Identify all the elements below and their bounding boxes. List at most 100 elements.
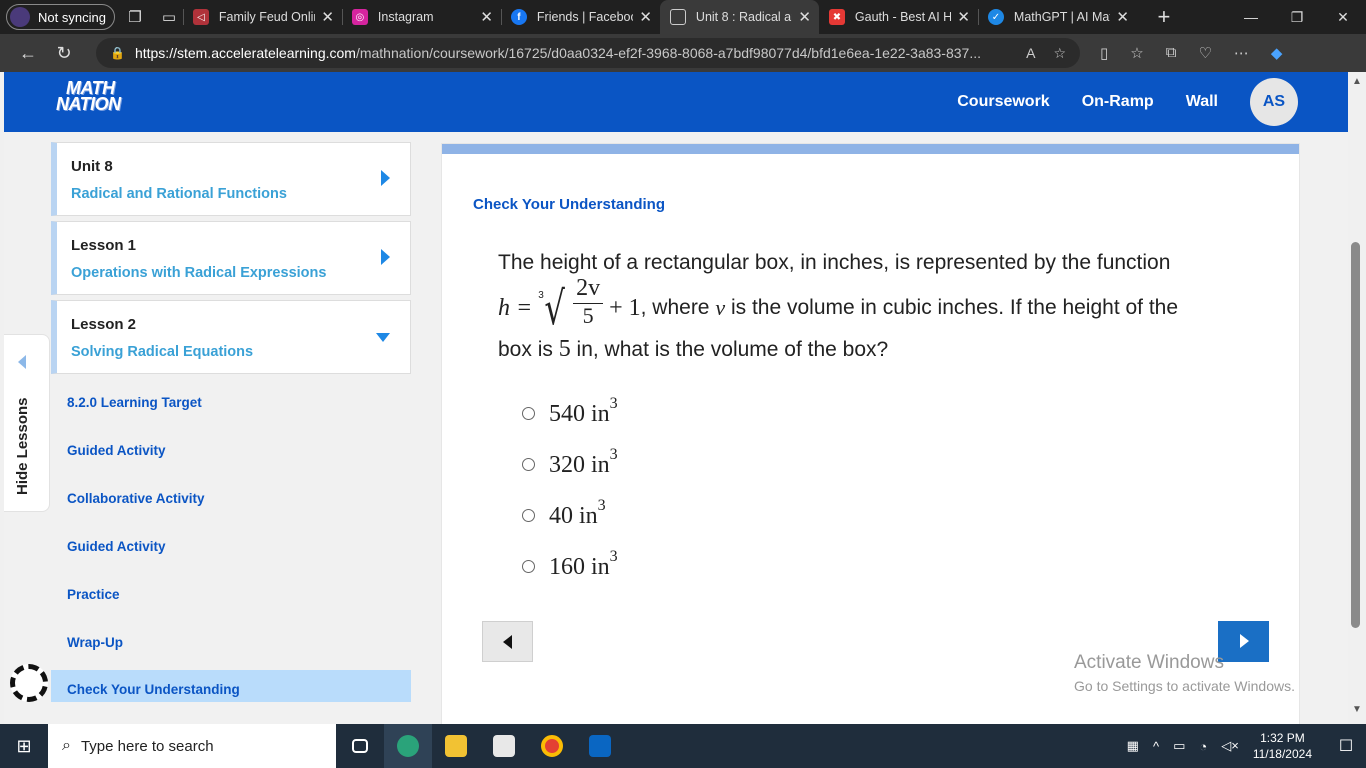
restore-icon[interactable]: ❐	[1274, 9, 1320, 26]
panel-top-bar	[442, 144, 1299, 154]
keyboard-icon[interactable]: ▦	[1127, 738, 1139, 754]
tab-family-feud[interactable]: ◁ Family Feud Online ✕	[182, 0, 342, 34]
option-text: 540 in	[549, 401, 610, 427]
math-nation-logo[interactable]: MATH NATION	[56, 79, 121, 114]
nav-on-ramp[interactable]: On-Ramp	[1082, 93, 1154, 111]
close-tab-icon[interactable]: ✕	[957, 8, 970, 26]
edge-icon[interactable]	[384, 724, 432, 768]
performance-icon[interactable]: ♡	[1198, 44, 1211, 62]
close-tab-icon[interactable]: ✕	[639, 8, 652, 26]
chevron-right-icon	[381, 249, 390, 265]
sidebar-item-learning-target[interactable]: 8.2.0 Learning Target	[67, 395, 202, 410]
option-text: 40 in	[549, 503, 598, 529]
lesson1-card[interactable]: Lesson 1 Operations with Radical Express…	[51, 221, 411, 295]
radicand-fraction: 2v 5	[573, 276, 604, 328]
favorite-star-icon[interactable]: ☆	[1053, 45, 1066, 62]
windows-start-icon[interactable]: ⊞	[0, 736, 48, 757]
lock-icon: 🔒	[110, 46, 125, 60]
tab-gauth[interactable]: ✖ Gauth - Best AI Hom ✕	[819, 0, 978, 34]
question-where: , where	[640, 296, 710, 319]
radio-button[interactable]	[522, 407, 535, 420]
sidebar-item-check-understanding[interactable]: Check Your Understanding	[51, 670, 411, 702]
tab-facebook[interactable]: f Friends | Facebook ✕	[500, 0, 660, 34]
tab-mathgpt[interactable]: ✓ MathGPT | AI Math ✕	[977, 0, 1137, 34]
page-scrollbar[interactable]: ▲ ▼	[1348, 72, 1366, 724]
back-icon[interactable]: ←	[10, 43, 46, 64]
accessibility-tools-icon[interactable]	[10, 664, 48, 702]
clock[interactable]: 1:32 PM 11/18/2024	[1253, 730, 1312, 762]
option-text: 160 in	[549, 554, 610, 580]
instagram-icon: ◎	[351, 9, 368, 25]
close-window-icon[interactable]: ✕	[1320, 9, 1366, 26]
url-path: /mathnation/coursework/16725/d0aa0324-ef…	[355, 45, 981, 61]
scroll-up-icon[interactable]: ▲	[1352, 76, 1362, 87]
close-tab-icon[interactable]: ✕	[798, 8, 811, 26]
chrome-icon[interactable]	[528, 724, 576, 768]
sidebar-item-practice[interactable]: Practice	[67, 587, 120, 602]
wifi-icon[interactable]: ◔	[1199, 739, 1207, 754]
hide-lessons-toggle[interactable]: Hide Lessons	[4, 334, 50, 512]
favorites-icon[interactable]: ☆	[1130, 44, 1143, 62]
activate-windows-watermark: Activate Windows Go to Settings to activ…	[1074, 652, 1295, 694]
tab-actions-icon[interactable]: ▭	[155, 3, 183, 31]
close-tab-icon[interactable]: ✕	[321, 8, 334, 26]
refresh-icon[interactable]: ↻	[46, 43, 82, 64]
outlook-icon[interactable]	[576, 724, 624, 768]
option-value: 540 in3	[549, 395, 618, 428]
user-avatar[interactable]: AS	[1250, 78, 1298, 126]
chevron-right-icon	[381, 170, 390, 186]
url-field[interactable]: 🔒 https://stem.acceleratelearning.com/ma…	[96, 38, 1080, 68]
collections-icon[interactable]: ⧉	[1166, 44, 1177, 62]
option-exponent: 3	[597, 497, 606, 514]
nav-wall[interactable]: Wall	[1186, 93, 1218, 111]
store-icon[interactable]	[480, 724, 528, 768]
task-view-icon[interactable]	[336, 724, 384, 768]
volume-icon[interactable]: ◁×	[1221, 738, 1239, 754]
tab-instagram[interactable]: ◎ Instagram ✕	[341, 0, 501, 34]
question-panel: Check Your Understanding The height of a…	[441, 143, 1300, 724]
radio-button[interactable]	[522, 509, 535, 522]
tab-unit8[interactable]: Unit 8 : Radical and ✕	[659, 0, 819, 34]
root-index: 3	[538, 290, 544, 301]
answer-option-2[interactable]: 320 in3	[522, 446, 618, 479]
previous-button[interactable]	[482, 621, 533, 662]
logo-line2: NATION	[56, 94, 121, 114]
new-tab-icon[interactable]: +	[1149, 4, 1179, 30]
equation-plus-one: + 1	[609, 295, 641, 321]
nav-coursework[interactable]: Coursework	[957, 93, 1049, 111]
search-placeholder: Type here to search	[80, 737, 214, 755]
radio-button[interactable]	[522, 560, 535, 573]
notifications-icon[interactable]: ☐	[1326, 736, 1366, 756]
copilot-icon[interactable]: ◆	[1271, 44, 1283, 62]
show-hidden-icons[interactable]: ^	[1153, 739, 1159, 754]
search-icon: ⌕	[62, 737, 71, 754]
sidebar-item-wrap-up[interactable]: Wrap-Up	[67, 635, 123, 650]
taskbar-search[interactable]: ⌕ Type here to search	[48, 724, 336, 768]
close-tab-icon[interactable]: ✕	[480, 8, 493, 26]
lesson2-card[interactable]: Lesson 2 Solving Radical Equations	[51, 300, 411, 374]
battery-icon[interactable]: ▭	[1173, 738, 1185, 754]
split-screen-icon[interactable]: ▯	[1100, 44, 1108, 62]
scrollbar-thumb[interactable]	[1351, 242, 1360, 628]
url-host: https://stem.acceleratelearning.com	[134, 45, 356, 61]
answer-option-4[interactable]: 160 in3	[522, 548, 618, 581]
answer-option-3[interactable]: 40 in3	[522, 497, 606, 530]
profile-button[interactable]: Not syncing	[6, 4, 115, 30]
read-aloud-icon[interactable]: A	[1026, 45, 1035, 62]
sidebar-item-guided-activity[interactable]: Guided Activity	[67, 443, 166, 458]
sidebar-item-collaborative-activity[interactable]: Collaborative Activity	[67, 491, 205, 506]
answer-option-1[interactable]: 540 in3	[522, 395, 618, 428]
close-tab-icon[interactable]: ✕	[1116, 8, 1129, 26]
variable-v: v	[715, 295, 726, 320]
facebook-icon: f	[510, 9, 527, 25]
scroll-down-icon[interactable]: ▼	[1352, 704, 1362, 715]
header-nav: Coursework On-Ramp Wall AS	[957, 72, 1348, 132]
web-page: MATH NATION Coursework On-Ramp Wall AS U…	[4, 72, 1348, 724]
unit-card[interactable]: Unit 8 Radical and Rational Functions	[51, 142, 411, 216]
minimize-icon[interactable]: —	[1228, 9, 1274, 26]
workspaces-icon[interactable]: ❐	[121, 3, 149, 31]
file-explorer-icon[interactable]	[432, 724, 480, 768]
sidebar-item-guided-activity-2[interactable]: Guided Activity	[67, 539, 166, 554]
more-icon[interactable]: ⋯	[1234, 44, 1249, 62]
radio-button[interactable]	[522, 458, 535, 471]
